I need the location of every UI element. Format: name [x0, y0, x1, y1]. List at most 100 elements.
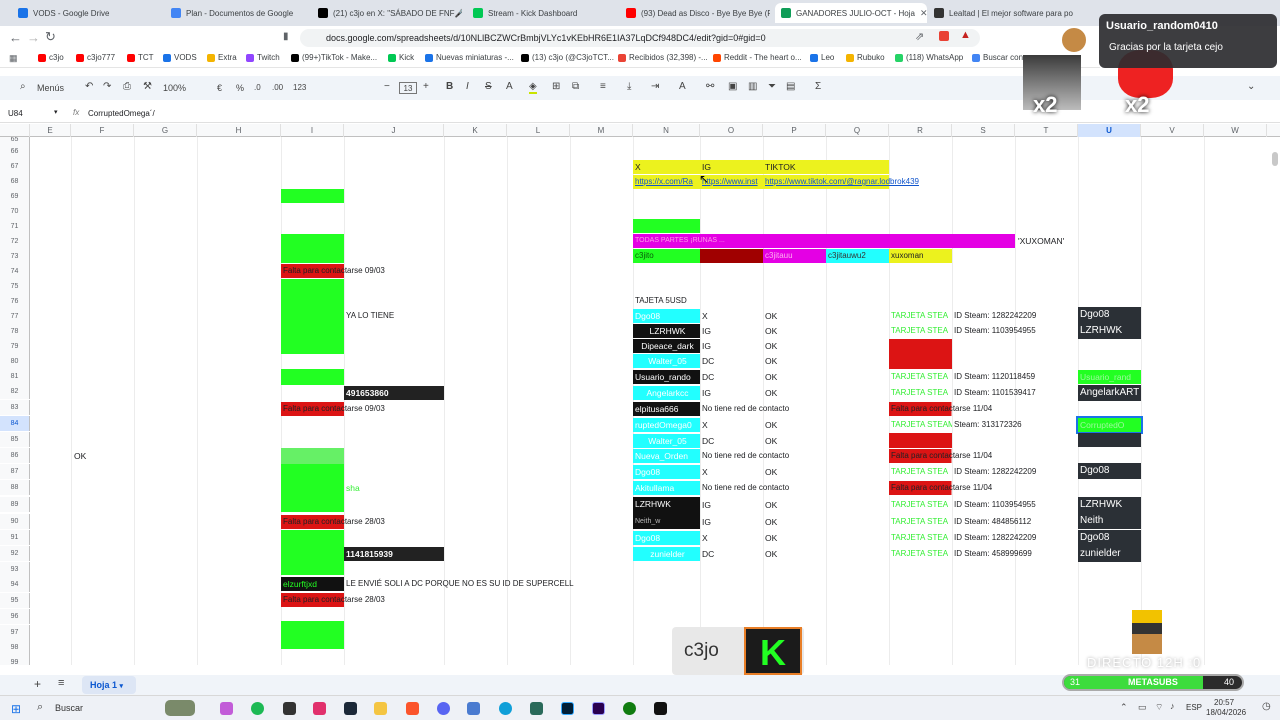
cell-fill-green[interactable]	[633, 219, 700, 233]
url-input[interactable]: docs.google.com/spreadsheets/d/10NLlBCZW…	[300, 29, 980, 47]
zoom-select[interactable]: 100%	[163, 83, 186, 93]
bookmark-item[interactable]: c3jo	[38, 53, 64, 62]
functions-button[interactable]: Σ	[815, 81, 821, 92]
back-icon[interactable]: ←	[9, 30, 22, 45]
search-menus-icon[interactable]: ⌕	[20, 81, 26, 92]
bookmark-item[interactable]: TCT	[127, 53, 154, 62]
bookmark-item[interactable]: VODS	[163, 53, 197, 62]
file-explorer-icon[interactable]	[374, 702, 387, 715]
cell-s90[interactable]: ID Steam: 484856112	[952, 515, 1078, 529]
cell-i83[interactable]: Falta para contactarse 09/03	[281, 402, 421, 416]
cell-j77[interactable]: YA LO TIENE	[344, 309, 444, 323]
cell-r82[interactable]: TARJETA STEA	[889, 386, 952, 400]
cell-fill-red[interactable]	[889, 339, 952, 369]
cell-p79[interactable]: OK	[763, 339, 826, 353]
close-tab-icon[interactable]: ✕	[920, 8, 927, 19]
comment-icon[interactable]: ▣	[728, 81, 737, 92]
cell-o83[interactable]: No tiene red de contacto	[700, 402, 826, 416]
volume-icon[interactable]: ♪	[1170, 701, 1175, 711]
cell-u87[interactable]: Dgo08	[1078, 463, 1141, 479]
cell-p85[interactable]: OK	[763, 434, 826, 448]
row-header[interactable]: 75	[0, 279, 30, 294]
cell-fill-green[interactable]	[281, 621, 344, 649]
windows-start-icon[interactable]: ⊞	[11, 702, 21, 716]
cell-u84-selected[interactable]: CorruptedO	[1076, 416, 1143, 434]
column-header-v[interactable]: V	[1141, 124, 1204, 137]
cell-s77[interactable]: ID Steam: 1282242209	[952, 309, 1078, 323]
cell-n82[interactable]: Angelarkcc	[633, 386, 700, 400]
cell-r86[interactable]: Falta para contactarse 11/04	[889, 449, 1019, 463]
cell-r84[interactable]: TARJETA STEAM	[889, 418, 952, 432]
cell-fill-green[interactable]	[281, 448, 344, 464]
bookmark-item[interactable]: c3jo777	[76, 53, 115, 62]
row-header[interactable]: 98	[0, 640, 30, 655]
cell-o82[interactable]: IG	[700, 386, 763, 400]
cell-t72[interactable]: 'XUXOMAN'	[1016, 234, 1078, 248]
text-color-icon[interactable]: A	[506, 81, 513, 92]
row-header[interactable]: 90	[0, 514, 30, 529]
cell-i95[interactable]: Falta para contactarse 28/03	[281, 593, 421, 607]
cell-fill-green[interactable]	[281, 279, 344, 354]
cell-r73[interactable]: xuxoman	[889, 249, 952, 263]
bookmark-item[interactable]: (118) WhatsApp	[895, 53, 963, 62]
cell-o86[interactable]: No tiene red de contacto	[700, 449, 826, 463]
row-header[interactable]: 71	[0, 219, 30, 234]
row-header[interactable]: 76	[0, 294, 30, 309]
row-header[interactable]: 65	[0, 137, 30, 144]
extension-icon[interactable]	[939, 31, 949, 41]
bookmark-item[interactable]: Extra	[207, 53, 237, 62]
cell-n90[interactable]: Neith_w	[633, 515, 700, 529]
row-header[interactable]: 96	[0, 609, 30, 624]
cell-p81[interactable]: OK	[763, 370, 826, 384]
row-header[interactable]: 72	[0, 234, 30, 249]
cell-p67[interactable]: TIKTOK	[763, 160, 889, 174]
tab-lealtad[interactable]: Lealtad | El mejor software para pot	[928, 3, 1073, 23]
bookmark-item[interactable]: (99+)TikTok - Make...	[291, 53, 377, 62]
paint-format-icon[interactable]: ⚒	[143, 81, 152, 92]
cell-p73[interactable]: c3jitauu	[763, 249, 826, 263]
row-header[interactable]: 86	[0, 448, 30, 463]
row-header[interactable]: 73	[0, 249, 30, 264]
align-left-icon[interactable]: ≡	[600, 81, 606, 92]
reload-icon[interactable]: ↻	[45, 29, 56, 45]
row-header[interactable]: 68	[0, 174, 30, 189]
row-header[interactable]: 81	[0, 369, 30, 384]
cell-o68[interactable]: https://www.inst	[700, 175, 763, 189]
row-header[interactable]: 79	[0, 339, 30, 354]
cell-fill-green[interactable]	[281, 369, 344, 385]
cell-o91[interactable]: X	[700, 531, 763, 545]
cell-n83[interactable]: elpitusa666	[633, 402, 700, 416]
wifi-icon[interactable]: ⌔	[1155, 702, 1163, 713]
cell-s91[interactable]: ID Steam: 1282242209	[952, 531, 1078, 545]
cell-u92[interactable]: zunielder	[1078, 546, 1141, 562]
tab-kick[interactable]: Stream - Kick Dashboard	[467, 3, 617, 23]
column-header-i[interactable]: I	[281, 124, 344, 137]
column-header-o[interactable]: O	[700, 124, 763, 137]
photos-icon[interactable]	[220, 702, 233, 715]
cell-n76[interactable]: TAJETA 5USD	[633, 294, 700, 308]
increase-decimal-button[interactable]: .00	[272, 83, 283, 92]
discord-icon[interactable]	[437, 702, 450, 715]
cell-r88[interactable]: Falta para contactarse 11/04	[889, 481, 1019, 495]
row-header[interactable]: 91	[0, 530, 30, 545]
network-icon[interactable]: ▭	[1138, 702, 1147, 713]
cell-n86[interactable]: Nueva_Orden	[633, 449, 700, 463]
filter-icon[interactable]: ⏷	[768, 81, 776, 92]
cell-p77[interactable]: OK	[763, 309, 826, 323]
row-header[interactable]: 84	[0, 416, 30, 431]
cell-o80[interactable]: DC	[700, 354, 763, 368]
cell-o81[interactable]: DC	[700, 370, 763, 384]
spotify-icon[interactable]	[251, 702, 264, 715]
row-header[interactable]: 94	[0, 577, 30, 592]
column-header-p[interactable]: P	[763, 124, 826, 137]
cell-o73[interactable]	[700, 249, 763, 263]
row-header[interactable]: 87	[0, 464, 30, 479]
column-header-w[interactable]: W	[1204, 124, 1267, 137]
cell-f86[interactable]: OK	[72, 449, 132, 463]
column-header-f[interactable]: F	[71, 124, 134, 137]
bookmark-item[interactable]: Reddit - The heart o...	[713, 53, 802, 62]
cell-fill-green[interactable]	[281, 464, 344, 512]
app-icon[interactable]	[467, 702, 480, 715]
add-sheet-icon[interactable]: +	[34, 677, 41, 691]
filter-views-icon[interactable]: ▤	[786, 81, 795, 92]
